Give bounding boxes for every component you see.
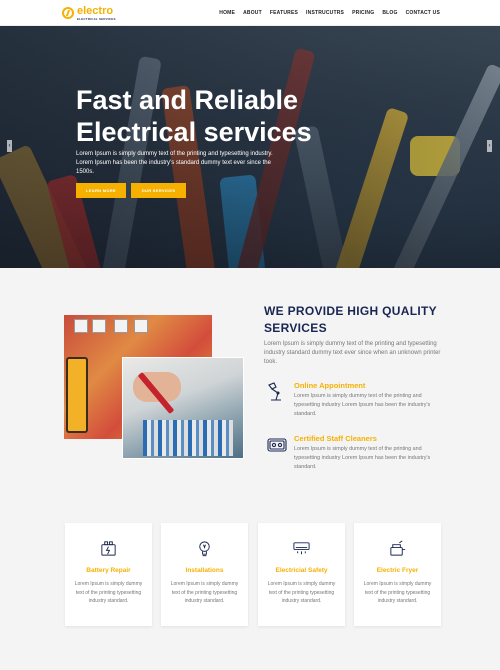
nav-features[interactable]: FEATURES [270,10,298,16]
learn-more-button[interactable]: LEARN MORE [76,183,126,198]
fryer-icon [390,540,406,556]
nav-about[interactable]: ABOUT [243,10,262,16]
logo-name: electro [77,4,114,17]
quality-services-section: WE PROVIDE HIGH QUALITY SERVICES Lorem I… [0,268,500,490]
service-card-installations[interactable]: Installations Lorem Ipsum is simply dumm… [161,523,248,626]
site-header: electro ELECTRICAL SERVICES HOME ABOUT F… [0,0,500,26]
socket-icon [267,438,287,452]
battery-icon [101,541,116,556]
service-card-electric-fryer[interactable]: Electric Fryer Lorem Ipsum is simply dum… [354,523,441,626]
logo-text: electro ELECTRICAL SERVICES [77,5,116,21]
outlet-shape [74,319,88,333]
feature-title: Online Appointment [294,381,366,390]
multimeter-shape [66,357,88,433]
card-description: Lorem Ipsum is simply dummy text of the … [74,581,143,604]
wiring-shape [143,420,233,456]
feature-title: Certified Staff Cleaners [294,434,377,443]
page: electro ELECTRICAL SERVICES HOME ABOUT F… [0,0,500,670]
slider-next-arrow-icon[interactable]: › [487,140,492,152]
card-title: Electricial Safety [275,567,328,574]
electrician-photo-collage [64,315,244,459]
outlet-shape [92,319,106,333]
nav-home[interactable]: HOME [219,10,235,16]
card-description: Lorem Ipsum is simply dummy text of the … [170,581,239,604]
section-title: WE PROVIDE HIGH QUALITY SERVICES [264,304,437,335]
air-conditioner-icon [293,542,310,555]
nav-instructors[interactable]: INSTRUCUTRS [306,10,344,16]
slider-prev-arrow-icon[interactable]: ‹ [7,140,12,152]
card-description: Lorem Ipsum is simply dummy text of the … [363,581,432,604]
bulb-icon [199,541,210,557]
feature-description: Lorem Ipsum is simply dummy text of the … [294,393,431,417]
hero-banner: Fast and Reliable Electrical services Lo… [0,26,500,268]
main-nav: HOME ABOUT FEATURES INSTRUCUTRS PRICING … [219,10,440,16]
outlet-shape [134,319,148,333]
logo[interactable]: electro ELECTRICAL SERVICES [62,5,116,21]
service-card-electrical-safety[interactable]: Electricial Safety Lorem Ipsum is simply… [258,523,345,626]
card-title: Installations [185,567,224,574]
hero-title: Fast and Reliable Electrical services [76,85,312,147]
hero-description: Lorem Ipsum is simply dummy text of the … [76,151,273,175]
card-title: Electric Fryer [376,567,419,574]
nav-pricing[interactable]: PRICING [352,10,374,16]
service-card-battery-repair[interactable]: Battery Repair Lorem Ipsum is simply dum… [65,523,152,626]
nav-blog[interactable]: BLOG [382,10,397,16]
our-services-button[interactable]: OUR SERVICES [131,183,186,198]
nav-contact[interactable]: CONTACT US [406,10,440,16]
service-cards-section: Battery Repair Lorem Ipsum is simply dum… [0,490,500,670]
outlet-shape [114,319,128,333]
section-description: Lorem Ipsum is simply dummy text of the … [264,341,441,365]
card-title: Battery Repair [86,567,131,574]
logo-tagline: ELECTRICAL SERVICES [77,16,116,21]
card-description: Lorem Ipsum is simply dummy text of the … [267,581,336,604]
feature-description: Lorem Ipsum is simply dummy text of the … [294,446,431,470]
lightning-logo-icon [62,6,74,19]
desk-lamp-icon [268,382,281,401]
electrician-hand-photo [122,357,244,459]
